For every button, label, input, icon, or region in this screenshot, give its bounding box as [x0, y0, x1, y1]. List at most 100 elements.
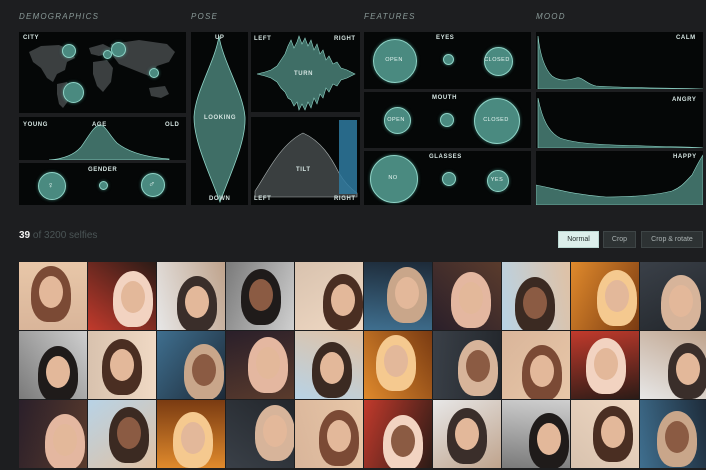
selfie-thumbnail[interactable] [88, 400, 156, 468]
photo-face-shape [192, 354, 216, 386]
glasses-filter-panel[interactable]: GLASSES NO YES [364, 151, 531, 205]
selfie-thumbnail[interactable] [364, 400, 432, 468]
eyes-open-label: OPEN [385, 57, 403, 63]
city-label: CITY [23, 35, 40, 41]
tilt-filter-panel[interactable]: TILT LEFT RIGHT [251, 117, 360, 205]
looking-filter-panel[interactable]: UP LOOKING DOWN [191, 32, 248, 205]
selfie-thumbnail[interactable] [157, 400, 225, 468]
mouth-filter-panel[interactable]: MOUTH OPEN CLOSED [364, 92, 531, 148]
pose-down-label: DOWN [209, 196, 231, 202]
selfie-thumbnail[interactable] [502, 400, 570, 468]
photo-face-shape [331, 284, 355, 316]
city-bubble[interactable] [149, 68, 159, 78]
photo-face-shape [676, 353, 700, 385]
selected-count: 39 [19, 230, 31, 241]
photo-face-shape [249, 279, 273, 311]
photo-face-shape [669, 285, 693, 317]
selfie-thumbnail[interactable] [295, 262, 363, 330]
selfiexploratory-app: DEMOGRAPHICS POSE FEATURES MOOD CITY YOU… [0, 0, 706, 470]
photo-face-shape [256, 347, 280, 379]
selfie-thumbnail[interactable] [88, 331, 156, 399]
photo-face-shape [320, 352, 344, 384]
photo-face-shape [181, 422, 205, 454]
glasses-yes-label: YES [490, 177, 504, 183]
tilt-right-label: RIGHT [334, 196, 356, 202]
world-map [29, 40, 175, 108]
mouth-unknown-bubble[interactable] [440, 113, 454, 127]
selfie-thumbnail[interactable] [19, 262, 87, 330]
section-demographics: DEMOGRAPHICS [19, 12, 100, 21]
selfie-thumbnail[interactable] [88, 262, 156, 330]
city-bubble[interactable] [111, 42, 126, 57]
eyes-filter-panel[interactable]: EYES OPEN CLOSED [364, 32, 531, 89]
selfie-thumbnail[interactable] [295, 400, 363, 468]
unknown-gender-bubble[interactable] [99, 181, 108, 190]
selfie-thumbnail[interactable] [157, 262, 225, 330]
selfie-thumbnail[interactable] [295, 331, 363, 399]
city-bubble[interactable] [103, 50, 112, 59]
selfie-thumbnail[interactable] [640, 331, 706, 399]
photo-face-shape [665, 421, 689, 453]
selfie-thumbnail[interactable] [364, 262, 432, 330]
photo-face-shape [121, 281, 145, 313]
gender-filter-panel[interactable]: GENDER ♀ ♂ [19, 163, 186, 205]
photo-face-shape [263, 415, 287, 447]
mouth-closed-label: CLOSED [483, 117, 509, 123]
selfie-thumbnail[interactable] [502, 331, 570, 399]
photo-face-shape [39, 276, 63, 308]
angry-label: ANGRY [672, 97, 697, 103]
selfie-thumbnail[interactable] [502, 262, 570, 330]
selfie-grid [19, 262, 706, 470]
turn-filter-panel[interactable]: LEFT TURN RIGHT [251, 32, 360, 112]
turn-left-label: LEFT [254, 36, 272, 42]
glasses-unknown-bubble[interactable] [442, 172, 456, 186]
pose-up-label: UP [215, 35, 225, 41]
photo-face-shape [395, 277, 419, 309]
tilt-title: TILT [296, 167, 311, 173]
eyes-title: EYES [436, 35, 455, 41]
photo-face-shape [46, 356, 70, 388]
city-bubble[interactable] [63, 82, 84, 103]
happy-filter-panel[interactable]: HAPPY [536, 151, 703, 205]
age-filter-panel[interactable]: YOUNG AGE OLD [19, 117, 186, 160]
angry-filter-panel[interactable]: ANGRY [536, 92, 703, 148]
selection-count: 39 of 3200 selfies [19, 230, 97, 241]
gender-title: GENDER [88, 167, 118, 173]
selfie-thumbnail[interactable] [571, 331, 639, 399]
selfie-thumbnail[interactable] [571, 400, 639, 468]
selfie-thumbnail[interactable] [19, 331, 87, 399]
photo-face-shape [601, 416, 625, 448]
glasses-title: GLASSES [429, 154, 462, 160]
calm-filter-panel[interactable]: CALM [536, 32, 703, 89]
normal-view-button[interactable]: Normal [558, 231, 599, 248]
photo-face-shape [185, 286, 209, 318]
selfie-thumbnail[interactable] [433, 400, 501, 468]
crop-view-button[interactable]: Crop [603, 231, 636, 248]
city-filter-panel[interactable]: CITY [19, 32, 186, 113]
calm-label: CALM [676, 35, 696, 41]
photo-face-shape [605, 280, 629, 312]
selfie-thumbnail[interactable] [571, 262, 639, 330]
selfie-thumbnail[interactable] [640, 400, 706, 468]
selfie-thumbnail[interactable] [433, 262, 501, 330]
section-pose: POSE [191, 12, 219, 21]
mouth-open-label: OPEN [387, 117, 405, 123]
photo-face-shape [537, 423, 561, 455]
section-features: FEATURES [364, 12, 416, 21]
selfie-thumbnail[interactable] [364, 331, 432, 399]
selfie-thumbnail[interactable] [157, 331, 225, 399]
eyes-unknown-bubble[interactable] [443, 54, 454, 65]
turn-right-label: RIGHT [334, 36, 356, 42]
selfie-thumbnail[interactable] [226, 262, 294, 330]
selfie-thumbnail[interactable] [433, 331, 501, 399]
selfie-thumbnail[interactable] [19, 400, 87, 468]
photo-face-shape [459, 282, 483, 314]
total-count-text: of 3200 selfies [32, 230, 98, 241]
city-bubble[interactable] [62, 44, 76, 58]
selfie-thumbnail[interactable] [640, 262, 706, 330]
crop-rotate-view-button[interactable]: Crop & rotate [641, 231, 703, 248]
selfie-thumbnail[interactable] [226, 400, 294, 468]
selfie-thumbnail[interactable] [226, 331, 294, 399]
eyes-closed-label: CLOSED [484, 57, 510, 63]
photo-face-shape [391, 425, 415, 457]
